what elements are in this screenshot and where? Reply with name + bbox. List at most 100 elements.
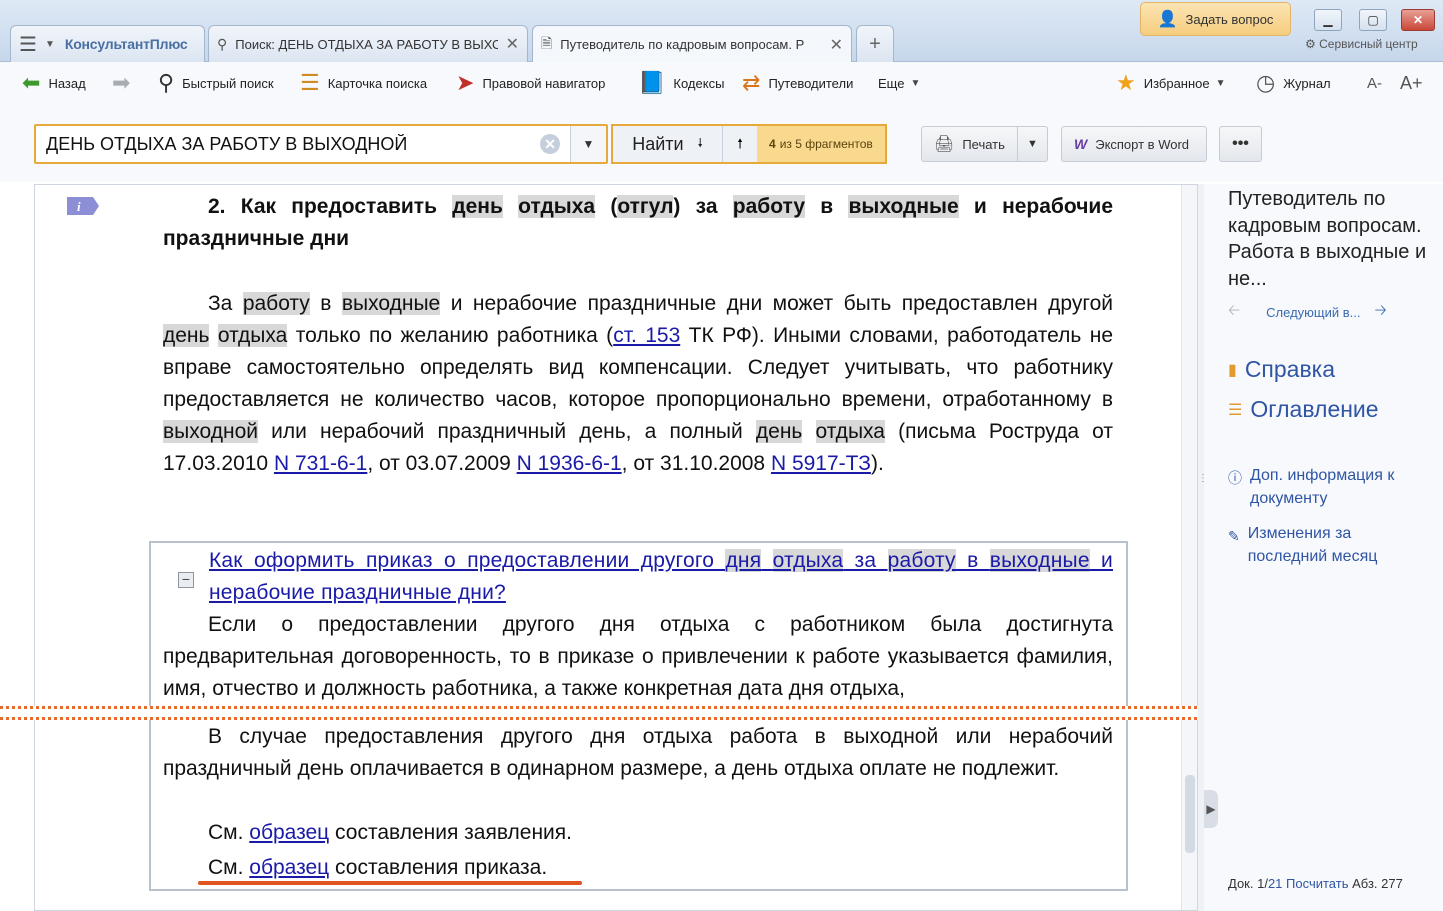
box-paragraph: Если о предоставлении другого дня отдыха… xyxy=(163,613,1113,700)
arrow-right-icon[interactable]: 🡢 xyxy=(1374,300,1386,325)
print-button[interactable]: 🖨 Печать xyxy=(922,127,1018,161)
tab-guide-document[interactable]: 🗎 Путеводитель по кадровым вопросам. Р ✕ xyxy=(532,25,852,63)
close-window-button[interactable]: ✕ xyxy=(1401,9,1435,31)
print-dropdown[interactable]: ▼ xyxy=(1018,138,1047,150)
close-icon[interactable]: ✕ xyxy=(506,34,519,54)
print-label: Печать xyxy=(962,136,1005,152)
search-hit: работу xyxy=(732,195,806,218)
recent-changes-link[interactable]: ✎ Изменения за последний месяц xyxy=(1228,522,1433,568)
print-button-group: 🖨 Печать ▼ xyxy=(921,126,1048,162)
new-tab-button[interactable]: + xyxy=(856,25,894,62)
arrow-down-icon: 🠗 xyxy=(697,135,703,150)
sample-link[interactable]: образец xyxy=(249,821,329,844)
close-icon[interactable]: ✕ xyxy=(830,35,843,55)
table-of-contents-link[interactable]: ☰ Оглавление xyxy=(1228,396,1379,423)
scrollbar-thumb[interactable] xyxy=(1185,775,1195,853)
main-toolbar: ⬅ Назад ➡ ⚲ Быстрый поиск ☰ Карточка пои… xyxy=(0,62,1443,104)
next-document-link[interactable]: Следующий в... xyxy=(1266,305,1360,320)
export-word-label: Экспорт в Word xyxy=(1095,136,1190,152)
legal-navigator-button[interactable]: ➤ Правовой навигатор xyxy=(456,70,605,96)
arrow-right-icon: ➡ xyxy=(112,70,131,95)
minimize-button[interactable]: ▁ xyxy=(1314,9,1342,31)
font-larger-button[interactable]: А+ xyxy=(1400,70,1423,96)
journal-button[interactable]: ◷ Журнал xyxy=(1256,70,1331,96)
service-center-link[interactable]: ⚙ Сервисный центр xyxy=(1305,37,1418,51)
svg-text:i: i xyxy=(77,199,81,214)
search-hit: отдыха xyxy=(518,195,596,218)
right-panel: Путеводитель по кадровым вопросам. Работ… xyxy=(1204,184,1443,911)
quick-search-button[interactable]: ⚲ Быстрый поиск xyxy=(158,70,274,96)
search-hit: работу xyxy=(887,549,956,572)
count-link[interactable]: Посчитать xyxy=(1286,876,1348,891)
arrow-up-icon: 🠕 xyxy=(737,136,743,151)
document-view: i 2. Как предоставить день отдыха (отгул… xyxy=(34,184,1198,911)
doc-total-link[interactable]: 21 xyxy=(1268,876,1282,891)
search-history-dropdown[interactable]: ▼ xyxy=(570,126,606,162)
box-paragraph: См. образец составления приказа. xyxy=(208,856,548,879)
document-navigation: 🡠 Следующий в... 🡢 xyxy=(1228,300,1438,325)
edit-document-icon: ✎ xyxy=(1228,528,1240,544)
service-center-label: Сервисный центр xyxy=(1319,37,1418,51)
tab-label: Поиск: ДЕНЬ ОТДЫХА ЗА РАБОТУ В ВЫХО xyxy=(235,36,498,52)
more-label: Еще xyxy=(878,75,905,91)
panel-collapse-handle[interactable]: ▶ xyxy=(1204,790,1218,828)
toc-label: Оглавление xyxy=(1250,396,1379,422)
search-card-label: Карточка поиска xyxy=(327,75,428,91)
search-hit: день xyxy=(755,420,803,443)
legal-navigator-label: Правовой навигатор xyxy=(482,75,606,91)
chevron-down-icon[interactable]: ▼ xyxy=(45,39,55,50)
arrow-left-icon: ⬅ xyxy=(22,70,41,95)
more-menu-button[interactable]: Еще ▼ xyxy=(878,70,920,96)
document-info-link[interactable]: ⓘ Доп. информация к документу xyxy=(1228,464,1433,510)
guides-label: Путеводители xyxy=(768,75,854,91)
box-paragraph: См. образец составления заявления. xyxy=(208,821,572,844)
quick-search-label: Быстрый поиск xyxy=(182,75,274,91)
doc-link[interactable]: N 1936-6-1 xyxy=(517,452,622,475)
search-icon: ⚲ xyxy=(217,35,228,52)
tab-search-results[interactable]: ⚲ Поиск: ДЕНЬ ОТДЫХА ЗА РАБОТУ В ВЫХО ✕ xyxy=(208,25,528,62)
section-heading: 2. Как предоставить день отдыха (отгул) … xyxy=(163,195,1113,250)
status-bar: Док. 1/21 Посчитать Абз. 277 xyxy=(1228,876,1403,891)
ask-question-label: Задать вопрос xyxy=(1185,11,1274,27)
arrow-left-icon[interactable]: 🡠 xyxy=(1228,300,1240,325)
main-menu-tab[interactable]: ☰ ▼ КонсультантПлюс xyxy=(10,25,205,62)
more-actions-button[interactable]: ••• xyxy=(1219,126,1262,162)
guides-button[interactable]: ⇄ Путеводители xyxy=(742,70,853,96)
menu-icon[interactable]: ☰ xyxy=(19,32,37,57)
font-smaller-button[interactable]: А- xyxy=(1367,70,1382,96)
find-next-button[interactable]: Найти 🠗 xyxy=(613,126,723,162)
signpost-icon: ⇄ xyxy=(742,70,761,95)
favorites-button[interactable]: ★ Избранное ▼ xyxy=(1116,70,1226,96)
search-hit: день xyxy=(163,324,210,347)
doc-link[interactable]: ст. 153 xyxy=(613,324,680,347)
navigator-icon: ➤ xyxy=(456,70,475,95)
collapse-icon[interactable]: − xyxy=(178,572,194,588)
doc-link[interactable]: N 731-6-1 xyxy=(274,452,367,475)
find-label: Найти xyxy=(632,133,684,154)
fragment-current: 4 xyxy=(769,137,776,151)
search-card-button[interactable]: ☰ Карточка поиска xyxy=(300,70,427,96)
app-brand: КонсультантПлюс xyxy=(64,36,188,52)
export-word-button[interactable]: W Экспорт в Word xyxy=(1061,126,1207,162)
maximize-button[interactable]: ▢ xyxy=(1359,9,1387,31)
back-button[interactable]: ⬅ Назад xyxy=(22,70,86,96)
fragment-counter: 4 из 5 фрагментов xyxy=(757,126,885,162)
word-icon: W xyxy=(1074,136,1088,152)
sample-link[interactable]: образец xyxy=(249,856,329,879)
info-icon[interactable]: i xyxy=(65,195,101,217)
help-link[interactable]: ▮ Справка xyxy=(1228,356,1335,383)
search-input[interactable] xyxy=(36,127,526,161)
ask-question-button[interactable]: 👤 Задать вопрос xyxy=(1140,2,1291,36)
highlight-underline xyxy=(198,881,582,885)
history-clock-icon: ◷ xyxy=(1256,70,1276,95)
forward-button[interactable]: ➡ xyxy=(112,70,138,96)
search-bar: ✕ ▼ Найти 🠗 🠕 4 из 5 фрагментов 🖨 Печать… xyxy=(0,104,1443,182)
codes-button[interactable]: 📘 Кодексы xyxy=(638,70,724,96)
paragraph: За работу в выходные и нерабочие праздни… xyxy=(163,292,1113,475)
find-previous-button[interactable]: 🠕 xyxy=(723,126,757,162)
box-title-link[interactable]: Как оформить приказ о предоставлении дру… xyxy=(209,545,1113,609)
doc-link[interactable]: N 5917-ТЗ xyxy=(771,452,871,475)
document-scrollbar[interactable] xyxy=(1181,185,1197,910)
clear-icon[interactable]: ✕ xyxy=(540,134,560,154)
caret-down-icon: ▼ xyxy=(1215,77,1226,89)
